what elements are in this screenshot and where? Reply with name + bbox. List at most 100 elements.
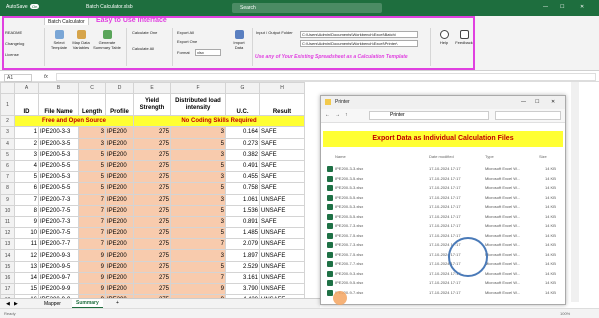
row-number[interactable]: 14 [0, 249, 15, 262]
header-yield-strength[interactable]: Yield Strength [133, 93, 171, 117]
col-type[interactable]: Type [485, 154, 494, 159]
cell-yield[interactable]: 275 [133, 159, 171, 173]
cell-result[interactable]: UNSAFE [259, 193, 305, 206]
col-size[interactable]: Size [539, 154, 547, 159]
cell-length[interactable]: 5 [78, 159, 106, 173]
file-item[interactable]: IPE200-7-3.xlsx 17-10-2024 17:17 Microsoft… [325, 240, 561, 250]
cell-length[interactable]: 9 [78, 249, 106, 262]
header-load-intensity[interactable]: Distributed load intensity [170, 93, 226, 117]
changelog-button[interactable]: Changelog [5, 41, 39, 46]
cell-profile[interactable]: IPE200 [105, 238, 134, 251]
cell-id[interactable]: 1 [14, 126, 39, 139]
cell-id[interactable]: 5 [14, 171, 39, 184]
cell-yield[interactable]: 275 [133, 126, 171, 139]
cell-length[interactable]: 3 [78, 126, 106, 139]
cell-uc[interactable]: 0.273 [225, 137, 260, 150]
cell-yield[interactable]: 275 [133, 193, 171, 206]
table-row[interactable]: 5 3 IPE200-5-3 5 IPE200 275 3 0.382 SAFE [0, 148, 305, 161]
file-item[interactable]: IPE200-7-7.xlsx 17-10-2024 17:17 Microsoft… [325, 259, 561, 269]
cell-length[interactable]: 5 [78, 182, 106, 195]
cell-load[interactable]: 7 [170, 238, 226, 251]
file-item[interactable]: IPE200-7-3.xlsx 17-10-2024 17:17 Microsoft… [325, 221, 561, 231]
cell-length[interactable]: 5 [78, 171, 106, 184]
file-item[interactable]: IPE200-9-5.xlsx 17-10-2024 17:17 Microsoft… [325, 278, 561, 288]
table-row[interactable]: 3 1 IPE200-3-3 3 IPE200 275 3 0.164 SAFE [0, 126, 305, 139]
file-item[interactable]: IPE200-5-3.xlsx 17-10-2024 17:17 Microsoft… [325, 183, 561, 193]
cell-uc[interactable]: 0.455 [225, 171, 260, 184]
cell-file-name[interactable]: IPE200-9-3 [38, 249, 79, 262]
row-number[interactable]: 7 [0, 171, 15, 184]
row-number[interactable]: 17 [0, 282, 15, 296]
cell-uc[interactable]: 1.061 [225, 193, 260, 206]
cell-result[interactable]: UNSAFE [259, 260, 305, 273]
col-header-a[interactable]: A [14, 81, 39, 95]
cell-load[interactable]: 3 [170, 193, 226, 206]
table-row[interactable]: 13 11 IPE200-7-7 7 IPE200 275 7 2.079 UNSAFE [0, 238, 305, 251]
cell-profile[interactable]: IPE200 [105, 271, 134, 285]
input-folder-field[interactable]: C:\Users\Admin\Documents\Workbench\Excel… [300, 31, 418, 38]
cell-file-name[interactable]: IPE200-7-3 [38, 193, 79, 206]
col-header-c[interactable]: C [78, 81, 106, 95]
cell-uc[interactable]: 3.790 [225, 282, 260, 296]
cell-file-name[interactable]: IPE200-5-5 [38, 159, 79, 173]
file-item[interactable]: IPE200-3-5.xlsx 17-10-2024 17:17 Microsoft… [325, 174, 561, 184]
export-one-button[interactable]: Export One [177, 39, 205, 44]
row-number[interactable]: 10 [0, 204, 15, 217]
cell-profile[interactable]: IPE200 [105, 126, 134, 139]
spreadsheet-grid[interactable]: A B C D E F G H 1 ID File Name Length Pr… [0, 81, 320, 318]
cell-profile[interactable]: IPE200 [105, 227, 134, 240]
header-result[interactable]: Result [259, 93, 305, 117]
cell-length[interactable]: 3 [78, 137, 106, 150]
cell-uc[interactable]: 0.491 [225, 159, 260, 173]
row-number[interactable]: 11 [0, 215, 15, 229]
cell-file-name[interactable]: IPE200-9-5 [38, 260, 79, 273]
cell-file-name[interactable]: IPE200-7-7 [38, 238, 79, 251]
explorer-close-icon[interactable]: ✕ [551, 99, 555, 105]
table-row[interactable]: 9 7 IPE200-7-3 7 IPE200 275 3 1.061 UNSAFE [0, 193, 305, 206]
row-number[interactable]: 4 [0, 137, 15, 150]
col-header-h[interactable]: H [259, 81, 305, 95]
row-number[interactable]: 15 [0, 260, 15, 273]
header-length[interactable]: Length [78, 93, 106, 117]
autosave-toggle[interactable]: On [30, 4, 40, 9]
calculate-all-button[interactable]: Calculate All [132, 46, 168, 51]
export-all-button[interactable]: Export All [177, 30, 205, 35]
tab-batch-calculator[interactable]: Batch Calculator [44, 16, 89, 25]
cell-id[interactable]: 10 [14, 227, 39, 240]
generate-summary-button[interactable]: Generate Summary Table [93, 30, 121, 50]
table-row[interactable]: 12 10 IPE200-7-5 7 IPE200 275 5 1.485 UNSAFE [0, 227, 305, 240]
cell-file-name[interactable]: IPE200-9-7 [38, 271, 79, 285]
cell-id[interactable]: 6 [14, 182, 39, 195]
cell-file-name[interactable]: IPE200-7-5 [38, 204, 79, 217]
cell-result[interactable]: SAFE [259, 137, 305, 150]
address-bar[interactable]: Printer [369, 111, 489, 120]
cell-file-name[interactable]: IPE200-5-5 [38, 182, 79, 195]
up-icon[interactable]: ↑ [345, 112, 348, 118]
feedback-button[interactable]: Feedback [453, 30, 475, 45]
row-number[interactable]: 3 [0, 126, 15, 139]
format-select[interactable]: xlsx [195, 49, 221, 56]
cell-load[interactable]: 9 [170, 282, 226, 296]
close-icon[interactable]: ✕ [580, 4, 584, 10]
cell-id[interactable]: 4 [14, 159, 39, 173]
cell-uc[interactable]: 0.164 [225, 126, 260, 139]
row-number[interactable]: 16 [0, 271, 15, 285]
cell-file-name[interactable]: IPE200-7-5 [38, 227, 79, 240]
file-item[interactable]: IPE200-9-3.xlsx 17-10-2024 17:17 Microsoft… [325, 269, 561, 279]
col-header-e[interactable]: E [133, 81, 171, 95]
cell-result[interactable]: SAFE [259, 126, 305, 139]
select-template-button[interactable]: Select Template [48, 30, 70, 50]
cell-profile[interactable]: IPE200 [105, 182, 134, 195]
explorer-maximize-icon[interactable]: ☐ [535, 99, 539, 105]
cell-yield[interactable]: 275 [133, 249, 171, 262]
row-number[interactable]: 8 [0, 182, 15, 195]
col-header-f[interactable]: F [170, 81, 226, 95]
cell-profile[interactable]: IPE200 [105, 282, 134, 296]
forward-icon[interactable]: → [335, 112, 340, 118]
col-name[interactable]: Name [335, 154, 346, 159]
cell-yield[interactable]: 275 [133, 171, 171, 184]
cell-yield[interactable]: 275 [133, 182, 171, 195]
cell-result[interactable]: UNSAFE [259, 204, 305, 217]
zoom-level[interactable]: 100% [560, 311, 570, 316]
output-folder-field[interactable]: C:\Users\Admin\Documents\Workbench\Excel… [300, 40, 418, 47]
